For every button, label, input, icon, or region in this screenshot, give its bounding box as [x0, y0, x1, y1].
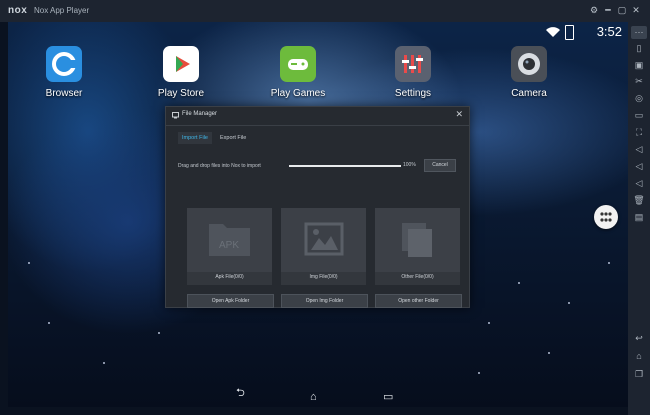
back-icon[interactable]: ⮌ — [236, 384, 245, 403]
dialog-title: File Manager — [182, 111, 218, 117]
recents-icon[interactable]: ❐ — [631, 368, 647, 381]
app-label: Play Games — [270, 88, 326, 99]
play-store-icon — [163, 46, 199, 82]
keyboard-icon[interactable]: ▣ — [631, 59, 647, 72]
file-manager-dialog: File Manager ✕ Import File Export File D… — [165, 106, 470, 308]
app-label: Settings — [394, 88, 432, 99]
app-drawer-button[interactable] — [594, 205, 618, 229]
tool-sidebar: ⋯ ▯ ▣ ✂ ◎ ▭ ⛶ ◁ ◁ ◁ 🗑 ▤ ↩ ⌂ ❐ — [628, 22, 650, 415]
maximize-icon[interactable]: ▢ — [616, 4, 628, 16]
app-play-games[interactable]: Play Games — [258, 46, 338, 99]
apk-file-card[interactable]: APK Apk File(0/0) — [187, 208, 272, 285]
volume-icon[interactable]: ◁ — [631, 143, 647, 156]
clock: 3:52 — [596, 24, 622, 39]
dialog-header: File Manager ✕ — [166, 107, 469, 126]
app-camera[interactable]: Camera — [489, 46, 569, 99]
progress-fill — [289, 165, 401, 167]
close-icon[interactable]: ✕ — [455, 109, 463, 120]
back-icon[interactable]: ↩ — [631, 332, 647, 345]
app-label: Camera — [511, 88, 547, 99]
title-bar: nox Nox App Player ⚙ ━ ▢ ✕ — [0, 0, 650, 22]
home-icon[interactable]: ⌂ — [310, 391, 317, 403]
screen-icon[interactable]: ▯ — [631, 42, 647, 55]
app-label: Browser — [45, 88, 83, 99]
tab-export-file[interactable]: Export File — [216, 132, 250, 144]
image-icon — [281, 208, 366, 272]
fullscreen-icon[interactable]: ⛶ — [631, 126, 647, 139]
window-title: Nox App Player — [34, 6, 90, 15]
drag-drop-instruction: Drag and drop files into Nox to import — [178, 163, 261, 169]
progress-percent: 100% — [403, 162, 416, 168]
import-progress-bar — [289, 165, 401, 167]
settings-icon[interactable]: ⚙ — [588, 4, 600, 16]
close-icon[interactable]: ✕ — [630, 4, 642, 16]
cancel-button[interactable]: Cancel — [424, 159, 456, 172]
app-play-store[interactable]: Play Store — [141, 46, 221, 99]
apk-folder-icon: APK — [187, 208, 272, 272]
more-icon[interactable]: ⋯ — [631, 26, 647, 39]
open-img-folder-button[interactable]: Open Img Folder — [281, 294, 368, 308]
android-nav-bar: ⮌ ⌂ ▭ — [8, 387, 628, 407]
minimize-icon[interactable]: ━ — [602, 4, 614, 16]
other-file-card[interactable]: Other File(0/0) — [375, 208, 460, 285]
android-screen: 3:52 Browser Play Store Play Games Setti… — [8, 22, 628, 407]
card-caption: Apk File(0/0) — [215, 274, 244, 280]
open-other-folder-button[interactable]: Open other Folder — [375, 294, 462, 308]
apk-install-icon[interactable]: ▤ — [631, 211, 647, 224]
play-games-icon — [280, 46, 316, 82]
documents-icon — [375, 208, 460, 272]
img-file-card[interactable]: Img File(0/0) — [281, 208, 366, 285]
app-browser[interactable]: Browser — [24, 46, 104, 99]
volume-down-icon[interactable]: ◁ — [631, 160, 647, 173]
scissors-icon[interactable]: ✂ — [631, 75, 647, 88]
camera-icon — [511, 46, 547, 82]
display-icon[interactable]: ▭ — [631, 109, 647, 122]
location-icon[interactable]: ◎ — [631, 92, 647, 105]
open-apk-folder-button[interactable]: Open Apk Folder — [187, 294, 274, 308]
card-caption: Other File(0/0) — [401, 274, 434, 280]
app-label: Play Store — [157, 88, 205, 99]
trash-icon[interactable]: 🗑 — [631, 194, 647, 207]
monitor-icon — [172, 112, 179, 119]
browser-icon — [46, 46, 82, 82]
nox-logo: nox — [8, 5, 28, 16]
battery-icon — [565, 25, 574, 40]
apk-art-label: APK — [219, 240, 239, 251]
settings-icon — [395, 46, 431, 82]
grid-dots-icon — [600, 212, 612, 222]
mute-icon[interactable]: ◁ — [631, 177, 647, 190]
wifi-icon — [546, 27, 560, 37]
home-icon[interactable]: ⌂ — [631, 350, 647, 363]
recents-icon[interactable]: ▭ — [383, 390, 393, 403]
app-settings[interactable]: Settings — [373, 46, 453, 99]
tab-import-file[interactable]: Import File — [178, 132, 212, 144]
card-caption: Img File(0/0) — [309, 274, 338, 280]
